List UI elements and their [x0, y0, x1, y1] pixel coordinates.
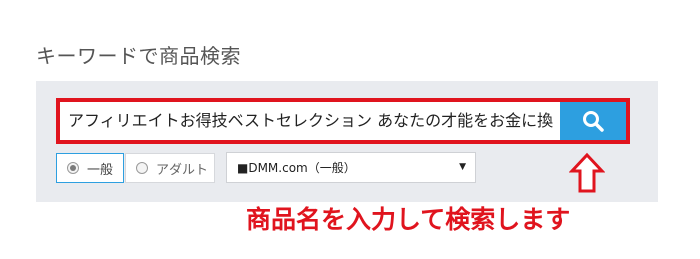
annotation-caption: 商品名を入力して検索します [246, 205, 571, 234]
radio-adult[interactable]: アダルト [125, 153, 215, 183]
radio-general[interactable]: 一般 [56, 153, 124, 183]
up-arrow-icon [569, 152, 605, 193]
search-button[interactable] [560, 102, 626, 140]
radio-general-label: 一般 [87, 162, 114, 178]
radio-adult-label: アダルト [156, 162, 209, 178]
category-select[interactable]: ■DMM.com（一般） ▼ [226, 152, 476, 183]
caret-down-icon: ▼ [459, 162, 466, 172]
radio-checked-icon [67, 162, 79, 174]
search-box-highlight [56, 98, 630, 144]
section-heading: キーワードで商品検索 [36, 44, 241, 68]
search-icon [583, 111, 604, 132]
radio-unchecked-icon [136, 162, 148, 174]
category-select-value: ■DMM.com（一般） [237, 161, 356, 175]
search-input[interactable] [60, 102, 555, 140]
